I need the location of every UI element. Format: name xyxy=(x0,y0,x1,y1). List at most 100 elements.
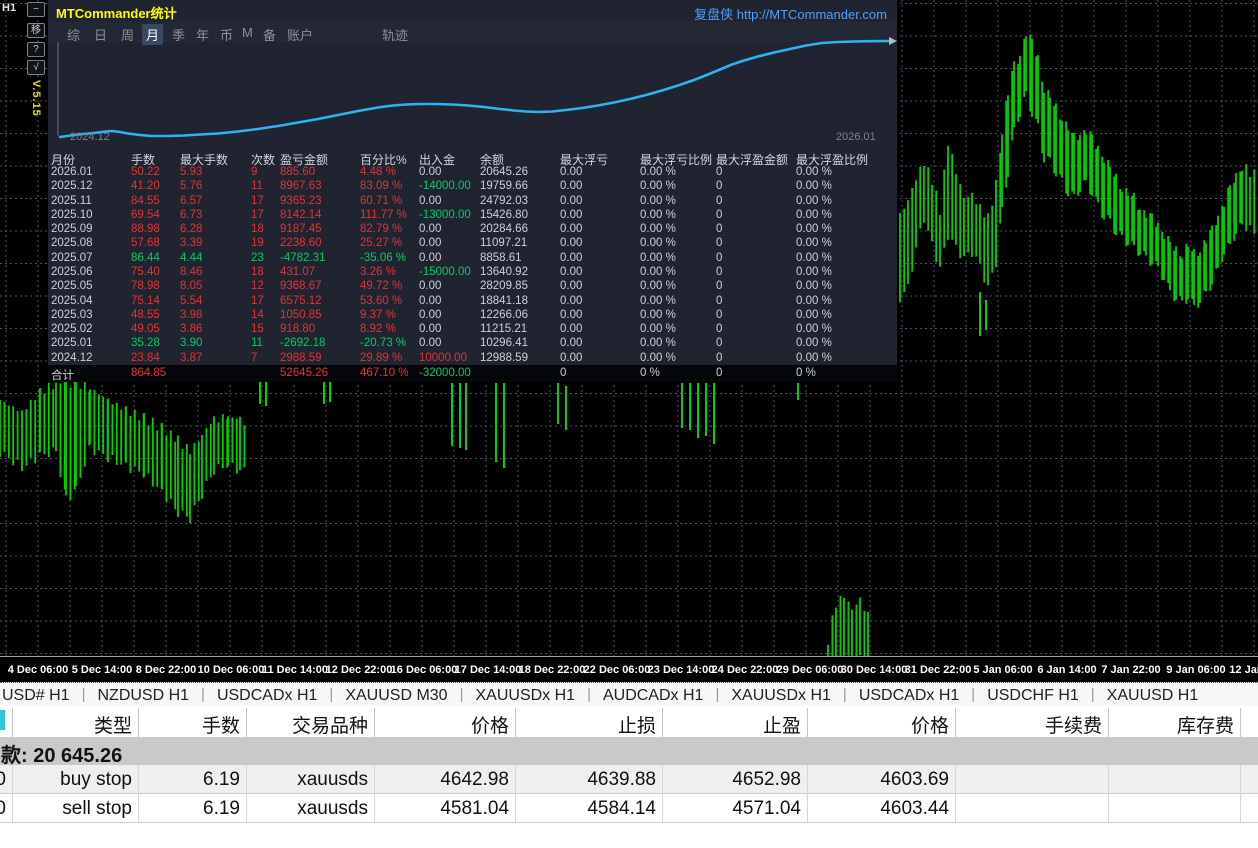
chart-tab-XAUUSD-M30[interactable]: XAUUSD M30 xyxy=(333,683,459,706)
chart-tab-USD-H1[interactable]: USD# H1 xyxy=(0,683,82,706)
stats-cell: 0.00 % xyxy=(640,352,676,364)
check-button[interactable]: √ xyxy=(27,60,45,75)
trade-cell: 4603.44 xyxy=(880,798,949,820)
chart-tab-XAUUSDx-H1[interactable]: XAUUSDx H1 xyxy=(463,683,587,706)
stats-cell: 0.00 xyxy=(560,295,582,307)
stats-cell: 0.00 % xyxy=(640,266,676,278)
stats-cell: 0.00 % xyxy=(640,295,676,307)
column-separator xyxy=(138,765,139,823)
stats-cell: 0.00 % xyxy=(796,352,832,364)
stats-cell: 2025.03 xyxy=(51,309,93,321)
column-separator xyxy=(12,765,13,823)
chart-tab-XAUUSD-H1[interactable]: XAUUSD H1 xyxy=(1095,683,1211,706)
stats-cell: 2025.09 xyxy=(51,223,93,235)
stats-cell: 0.00 % xyxy=(640,223,676,235)
stats-cell: 2025.11 xyxy=(51,195,92,207)
stats-row-2025.11: 2025.1184.556.57179365.2360.71 %0.002479… xyxy=(48,195,897,209)
chart-tab-XAUUSDx-H1[interactable]: XAUUSDx H1 xyxy=(719,683,843,706)
move-button[interactable]: 移 xyxy=(27,23,45,38)
stats-row-2025.12: 2025.1241.205.76118967.6383.09 %-14000.0… xyxy=(48,180,897,194)
time-axis-label: 30 Dec 14:00 xyxy=(841,664,908,676)
stats-cell: 17 xyxy=(251,195,264,207)
stats-cell: 8.92 % xyxy=(360,323,396,335)
stats-cell: -35.06 % xyxy=(360,252,406,264)
stats-cell: 0.00 xyxy=(560,223,582,235)
stats-cell: 0.00 xyxy=(419,309,441,321)
column-separator xyxy=(246,765,247,823)
chart-tab-bar: USD# H1|NZDUSD H1|USDCADx H1|XAUUSD M30|… xyxy=(0,682,1258,706)
column-separator xyxy=(515,765,516,823)
stats-cell: 28209.85 xyxy=(480,280,528,292)
trade-row-sell-stop[interactable]: 0sell stop6.19xauusds4581.044584.144571.… xyxy=(0,794,1258,823)
stats-cell: 0.00 xyxy=(560,280,582,292)
stats-cell: 17 xyxy=(251,209,264,221)
stats-cell: 49.72 % xyxy=(360,280,402,292)
stats-cell: 12988.59 xyxy=(480,352,528,364)
stats-cell: 0.00 xyxy=(560,166,582,178)
stats-cell: 7 xyxy=(251,352,257,364)
stats-cell: 0.00 % xyxy=(640,309,676,321)
stats-cell: -2692.18 xyxy=(280,337,325,349)
stats-cell: 0.00 xyxy=(419,252,441,264)
stats-cell: 19 xyxy=(251,237,264,249)
column-separator xyxy=(515,708,516,737)
trade-cell: 4639.88 xyxy=(587,769,656,791)
stats-row-2025.01: 2025.0135.283.9011-2692.18-20.73 %0.0010… xyxy=(48,337,897,351)
stats-cell: 75.14 xyxy=(131,295,160,307)
stats-cell: 0.00 xyxy=(419,166,441,178)
stats-cell: 10000.00 xyxy=(419,352,467,364)
stats-cell: 0.00 xyxy=(560,323,582,335)
column-separator xyxy=(1240,765,1241,823)
chart-tab-USDCHF-H1[interactable]: USDCHF H1 xyxy=(975,683,1091,706)
stats-cell: 0.00 % xyxy=(796,266,832,278)
stats-cell: 6.28 xyxy=(180,223,202,235)
stats-cell: 15426.80 xyxy=(480,209,528,221)
time-axis-label: 9 Jan 06:00 xyxy=(1166,664,1225,676)
stats-cell: 53.60 % xyxy=(360,295,402,307)
chart-tab-AUDCADx-H1[interactable]: AUDCADx H1 xyxy=(591,683,715,706)
stats-cell: 0 xyxy=(716,352,722,364)
stats-cell: 0.00 xyxy=(419,237,441,249)
stats-cell: 0.00 xyxy=(560,266,582,278)
equity-end-label: 2026.01 xyxy=(836,131,876,143)
stats-cell: 885.60 xyxy=(280,166,315,178)
stats-cell: 2025.01 xyxy=(51,337,93,349)
time-axis-label: 24 Dec 22:00 xyxy=(712,664,779,676)
stats-cell: 4.44 xyxy=(180,252,202,264)
stats-cell: 2026.01 xyxy=(51,166,93,178)
stats-cell: 48.55 xyxy=(131,309,160,321)
trade-col-header: 库存费 xyxy=(1177,711,1234,738)
column-separator xyxy=(246,708,247,737)
chart-tab-NZDUSD-H1[interactable]: NZDUSD H1 xyxy=(85,683,201,706)
stats-cell: 13640.92 xyxy=(480,266,528,278)
stats-cell: 431.07 xyxy=(280,266,315,278)
time-axis-label: 4 Dec 06:00 xyxy=(8,664,69,676)
stats-cell: 8967.63 xyxy=(280,180,322,192)
time-axis-label: 8 Dec 22:00 xyxy=(136,664,197,676)
time-axis-label: 23 Dec 14:00 xyxy=(648,664,715,676)
stats-cell: 0.00 % xyxy=(796,180,832,192)
minimize-button[interactable]: − xyxy=(27,2,45,17)
stats-cell: 0.00 % xyxy=(640,237,676,249)
trade-row-buy-stop[interactable]: 0buy stop6.19xauusds4642.984639.884652.9… xyxy=(0,765,1258,794)
trade-cell: xauusds xyxy=(297,769,368,791)
trade-col-header: 价格 xyxy=(471,711,509,738)
stats-cell: 0.00 % xyxy=(796,252,832,264)
stats-cell: 82.79 % xyxy=(360,223,402,235)
stats-cell: 0.00 % xyxy=(796,280,832,292)
stats-cell: 23.84 xyxy=(131,352,160,364)
stats-cell: 0.00 % xyxy=(796,166,832,178)
chart-tab-USDCADx-H1[interactable]: USDCADx H1 xyxy=(847,683,971,706)
trade-col-header: 类型 xyxy=(94,711,132,738)
stats-cell: 0 xyxy=(716,195,722,207)
chart-tab-USDCADx-H1[interactable]: USDCADx H1 xyxy=(205,683,329,706)
trade-cell: buy stop xyxy=(60,769,132,791)
stats-cell: 3.90 xyxy=(180,337,202,349)
stats-cell: 0.00 % xyxy=(796,209,832,221)
help-button[interactable]: ? xyxy=(27,42,45,57)
balance-row: 款: 20 645.26 xyxy=(0,737,1258,765)
trade-col-header: 手数 xyxy=(202,711,240,738)
stats-cell: 0.00 xyxy=(560,195,582,207)
column-separator xyxy=(662,765,663,823)
time-axis-label: 16 Dec 06:00 xyxy=(391,664,458,676)
